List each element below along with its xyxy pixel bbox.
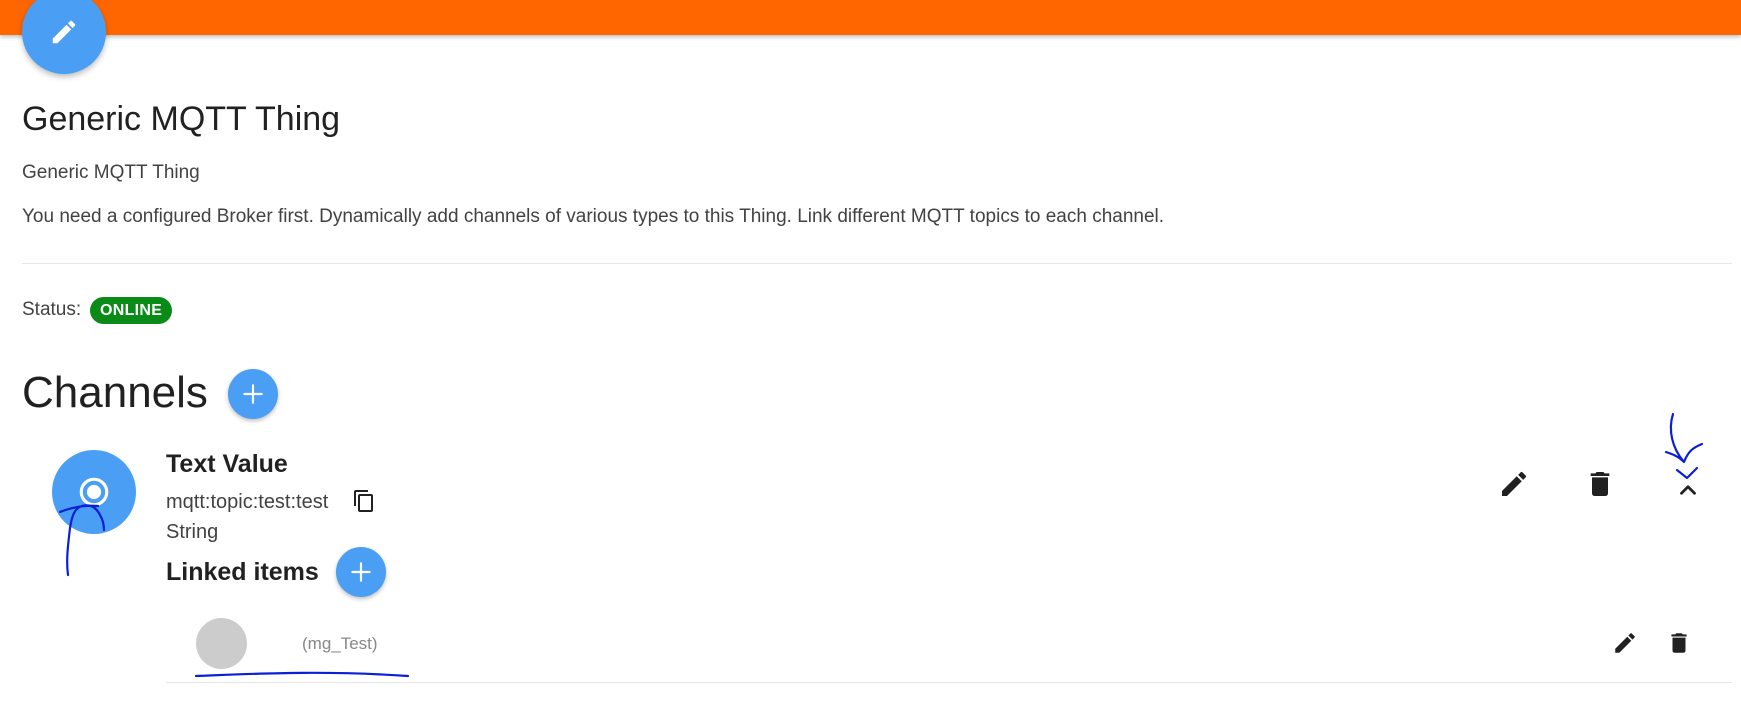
collapse-channel-button[interactable] — [1668, 470, 1708, 510]
channel-uid: mqtt:topic:test:test — [166, 491, 329, 513]
channel-name: Text Value — [166, 450, 288, 478]
page-title: Generic MQTT Thing — [22, 100, 341, 138]
section-divider — [22, 263, 1732, 264]
radio-button-icon — [79, 477, 109, 507]
thing-detail-page: Generic MQTT Thing Generic MQTT Thing Yo… — [0, 0, 1741, 705]
row-divider — [166, 682, 1732, 683]
add-channel-button[interactable] — [228, 369, 278, 419]
add-linked-item-button[interactable] — [336, 547, 386, 597]
channel-item-type: String — [166, 521, 219, 543]
linked-items-heading: Linked items — [166, 558, 319, 586]
edit-channel-button[interactable] — [1494, 464, 1534, 504]
thing-type-label: Generic MQTT Thing — [22, 162, 200, 183]
channels-heading: Channels — [22, 368, 208, 417]
pencil-icon — [1502, 471, 1527, 496]
chevron-up-icon — [1680, 485, 1696, 495]
status-label: Status: — [22, 299, 82, 320]
trash-icon — [1671, 633, 1687, 653]
trash-icon — [1590, 472, 1610, 496]
edit-link-button[interactable] — [1608, 626, 1642, 660]
delete-channel-button[interactable] — [1580, 464, 1620, 504]
top-app-bar — [0, 0, 1741, 35]
delete-link-button[interactable] — [1662, 626, 1696, 660]
plus-icon — [351, 562, 371, 582]
plus-icon — [243, 384, 263, 404]
item-avatar — [196, 618, 247, 669]
thing-description: You need a configured Broker first. Dyna… — [22, 206, 1165, 227]
annotation-arrow-collapse — [1664, 412, 1704, 464]
edit-thing-button[interactable] — [22, 0, 106, 74]
annotation-underline-item — [194, 671, 410, 678]
copy-icon[interactable] — [352, 489, 376, 513]
pencil-icon — [1615, 633, 1635, 653]
pencil-icon — [52, 20, 76, 44]
channel-avatar — [52, 450, 136, 534]
status-badge: ONLINE — [90, 297, 173, 324]
linked-item-label[interactable]: (mg_Test) — [302, 634, 378, 654]
